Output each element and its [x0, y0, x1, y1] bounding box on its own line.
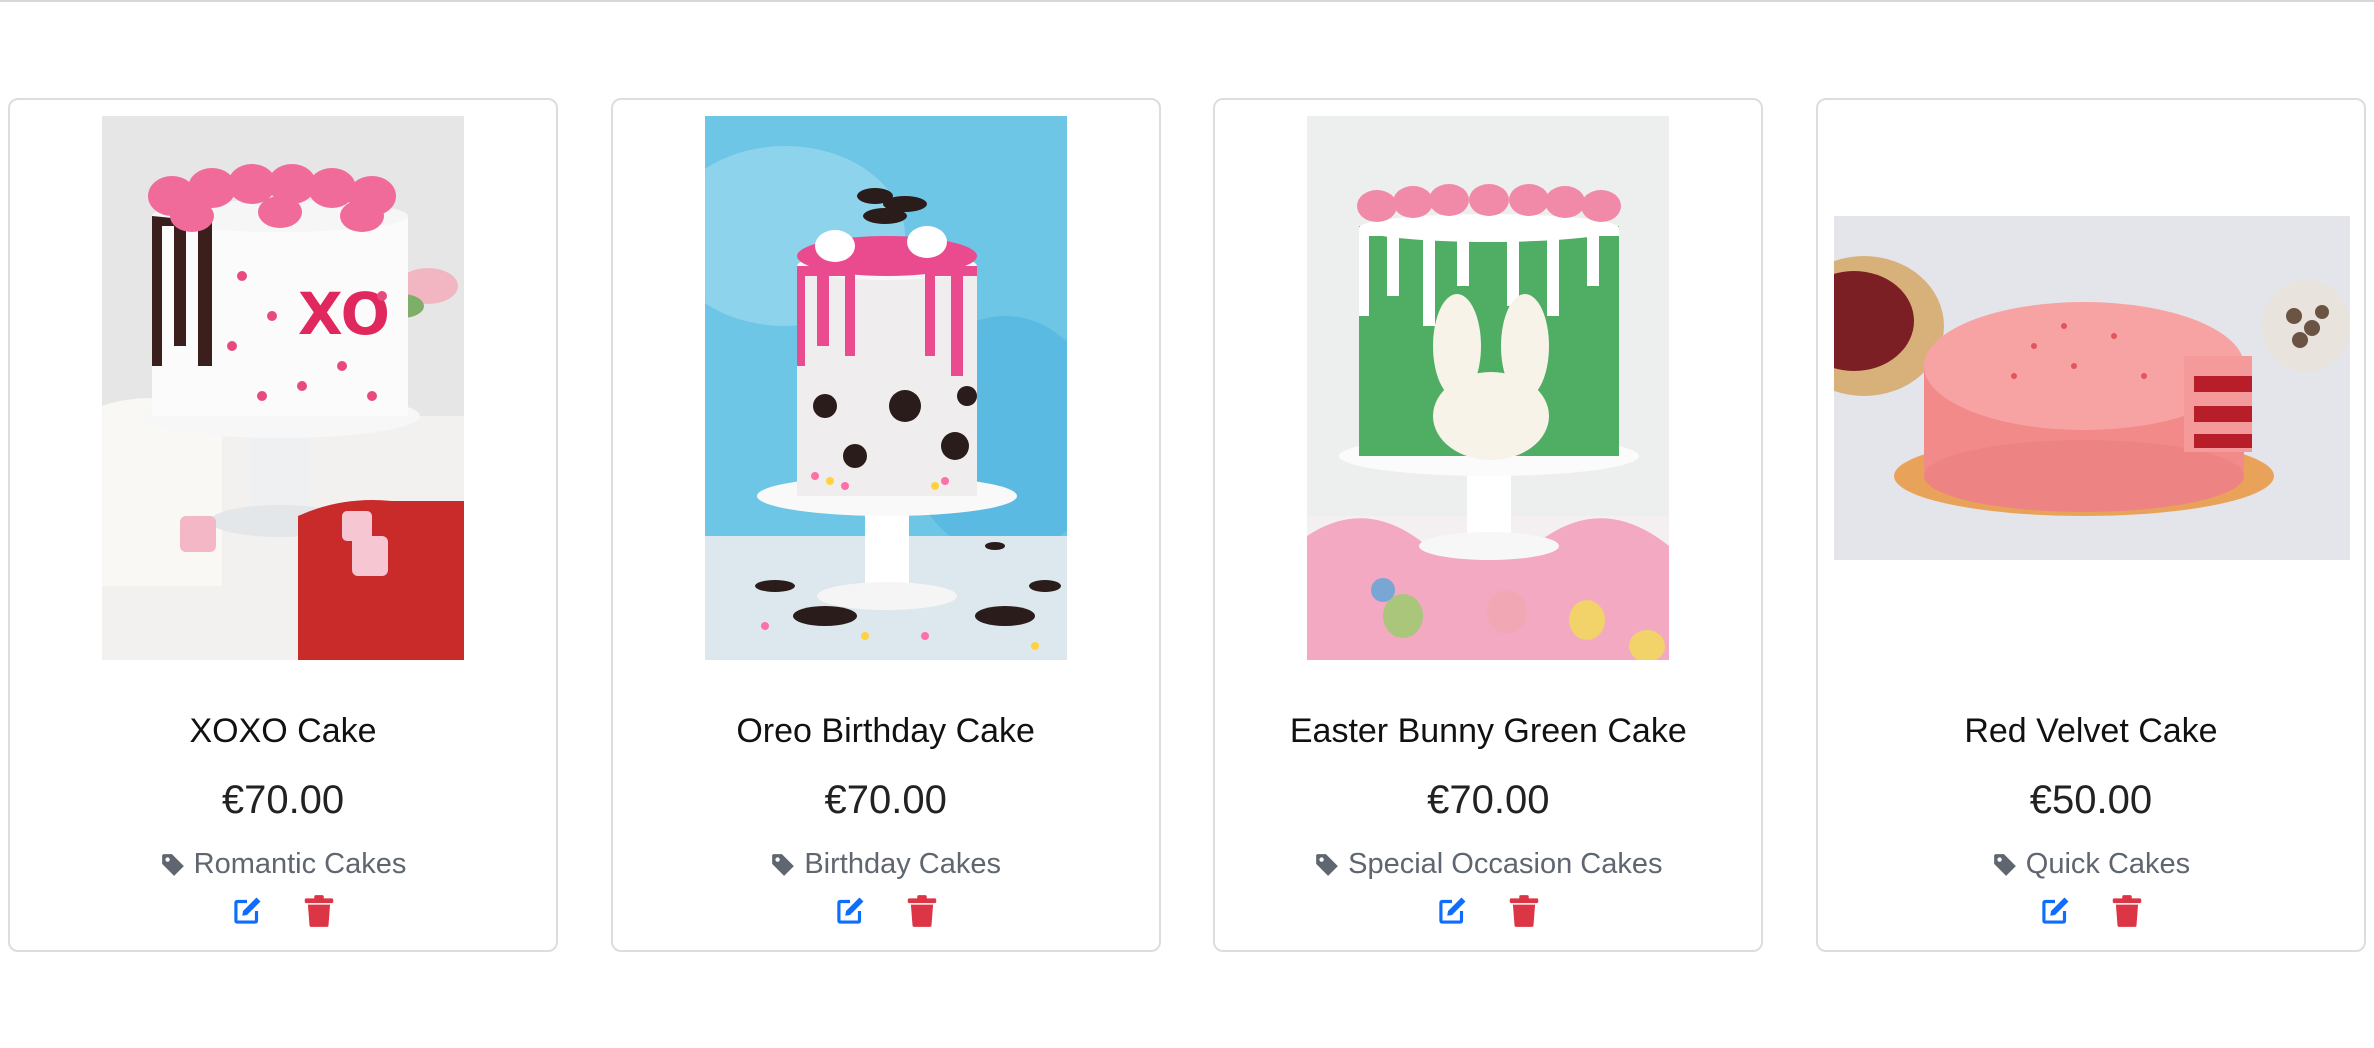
product-image[interactable]: XO [10, 116, 556, 662]
edit-icon [2042, 897, 2069, 924]
product-card: Red Velvet Cake €50.00 Quick Cakes [1815, 98, 2366, 952]
product-category[interactable]: Birthday Cakes [613, 848, 1159, 881]
delete-button[interactable] [903, 892, 941, 930]
product-category-label: Quick Cakes [2025, 848, 2191, 880]
delete-button[interactable] [1505, 892, 1543, 930]
product-actions [1818, 892, 2364, 930]
trash-icon [907, 895, 936, 927]
product-category[interactable]: Quick Cakes [1818, 848, 2364, 881]
product-title[interactable]: Red Velvet Cake [1818, 712, 2364, 751]
product-category-label: Birthday Cakes [804, 848, 1001, 880]
edit-icon [836, 897, 864, 924]
product-image[interactable] [613, 116, 1159, 662]
xoxo-cake-image: XO [102, 116, 464, 660]
product-category-label: Special Occasion Cakes [1348, 848, 1663, 880]
edit-button[interactable] [228, 892, 266, 930]
product-card: Easter Bunny Green Cake €70.00 Special O… [1213, 98, 1764, 952]
delete-button[interactable] [300, 892, 338, 930]
tag-icon [161, 853, 184, 876]
svg-text:XO: XO [298, 280, 390, 348]
tag-icon [1316, 853, 1338, 876]
oreo-cake-image [704, 116, 1067, 660]
trash-icon [2112, 895, 2142, 927]
product-actions [10, 892, 556, 930]
product-price: €70.00 [824, 778, 947, 822]
edit-icon [1439, 897, 1466, 924]
product-title[interactable]: Oreo Birthday Cake [613, 712, 1159, 751]
product-price: €50.00 [2029, 778, 2153, 822]
product-actions [613, 892, 1159, 930]
delete-button[interactable] [2108, 892, 2146, 930]
product-category-label: Romantic Cakes [193, 848, 407, 880]
product-price: €70.00 [1427, 778, 1550, 822]
product-category[interactable]: Special Occasion Cakes [1215, 848, 1761, 881]
product-category[interactable]: Romantic Cakes [10, 848, 556, 881]
edit-button[interactable] [1433, 892, 1471, 930]
trash-icon [304, 895, 334, 927]
product-image[interactable] [1818, 116, 2364, 662]
edit-button[interactable] [2036, 892, 2074, 930]
product-card: Oreo Birthday Cake €70.00 Birthday Cakes [610, 98, 1161, 952]
product-title[interactable]: Easter Bunny Green Cake [1215, 712, 1761, 751]
product-price: €70.00 [221, 778, 345, 822]
product-grid: XO XOXO Cake €70.00 Romantic Cakes Oreo … [8, 98, 2366, 954]
edit-icon [234, 897, 261, 924]
tag-icon [1993, 853, 2016, 876]
trash-icon [1510, 895, 1539, 927]
tag-icon [772, 853, 795, 876]
product-card: XO XOXO Cake €70.00 Romantic Cakes [8, 98, 558, 952]
edit-button[interactable] [831, 892, 869, 930]
red-velvet-cake-image [1833, 216, 2350, 560]
easter-bunny-cake-image [1307, 116, 1670, 660]
product-title[interactable]: XOXO Cake [10, 712, 556, 751]
top-divider [0, 0, 2374, 2]
product-actions [1215, 892, 1761, 930]
product-image[interactable] [1215, 116, 1761, 662]
